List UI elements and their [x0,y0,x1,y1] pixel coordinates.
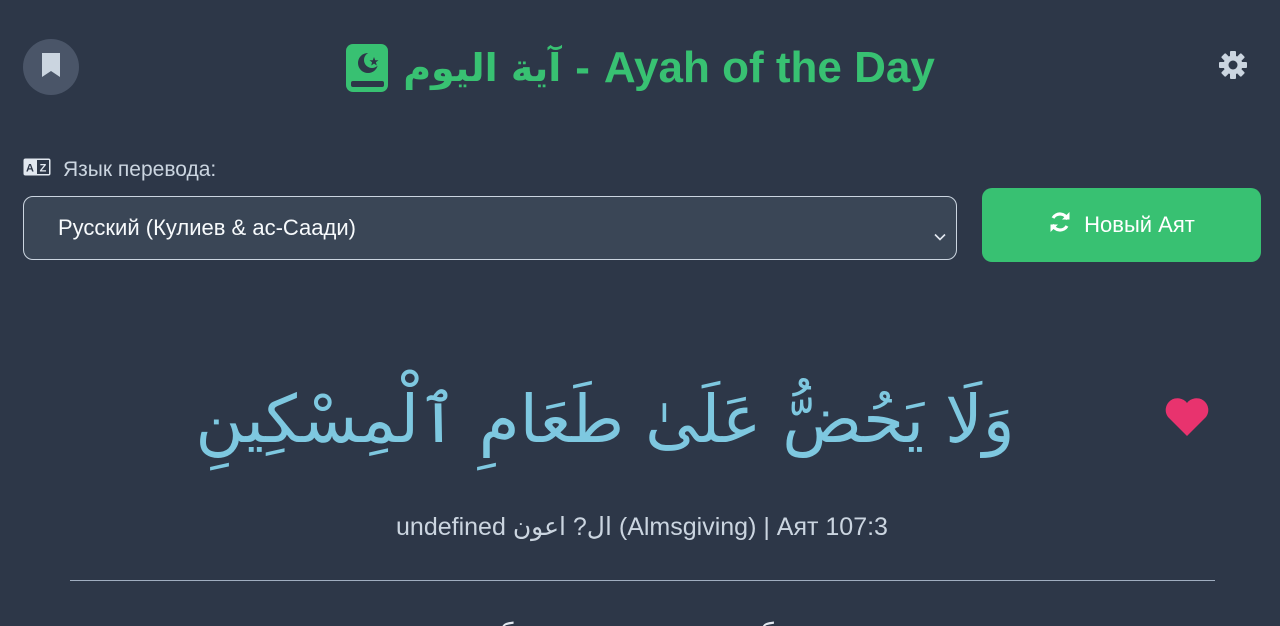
ayah-translation: и не побуждает накормить бедняка. [0,612,1280,626]
svg-text:Z: Z [40,163,47,175]
language-icon: A Z [23,158,51,182]
quran-book-icon [345,43,389,93]
svg-text:A: A [26,163,34,175]
translation-language-label: A Z Язык перевода: [23,158,216,182]
translation-language-select[interactable]: Русский (Кулиев & ас-Саади) [23,196,957,260]
translation-text: и не побуждает накормить бедняка. [406,617,873,626]
divider [70,580,1215,581]
refresh-icon [1048,210,1072,240]
ayah-arabic-text: وَلَا يَحُضُّ عَلَىٰ طَعَامِ ٱلْمِسْكِين… [195,381,1015,458]
selected-language: Русский (Кулиев & ас-Саади) [58,215,356,240]
ayah-reference: undefined ال? اعون (Almsgiving) | Аят 10… [396,513,888,541]
chevron-down-icon [934,221,946,247]
gear-icon [1218,50,1248,84]
settings-button[interactable] [1215,49,1251,85]
language-label-text: Язык перевода: [63,158,217,181]
ayah-of-the-day-app: آية اليوم - Ayah of the Day A Z Язык пер… [0,0,1280,626]
new-ayah-label: Новый Аят [1084,212,1195,237]
title-english: Ayah of the Day [603,43,935,92]
new-ayah-button[interactable]: Новый Аят [982,188,1261,262]
heart-icon [1163,398,1211,442]
title-separator: - [575,43,590,92]
page-title: آية اليوم - Ayah of the Day [0,38,1280,98]
favorite-button[interactable] [1163,396,1211,438]
title-arabic: آية اليوم [403,46,562,90]
